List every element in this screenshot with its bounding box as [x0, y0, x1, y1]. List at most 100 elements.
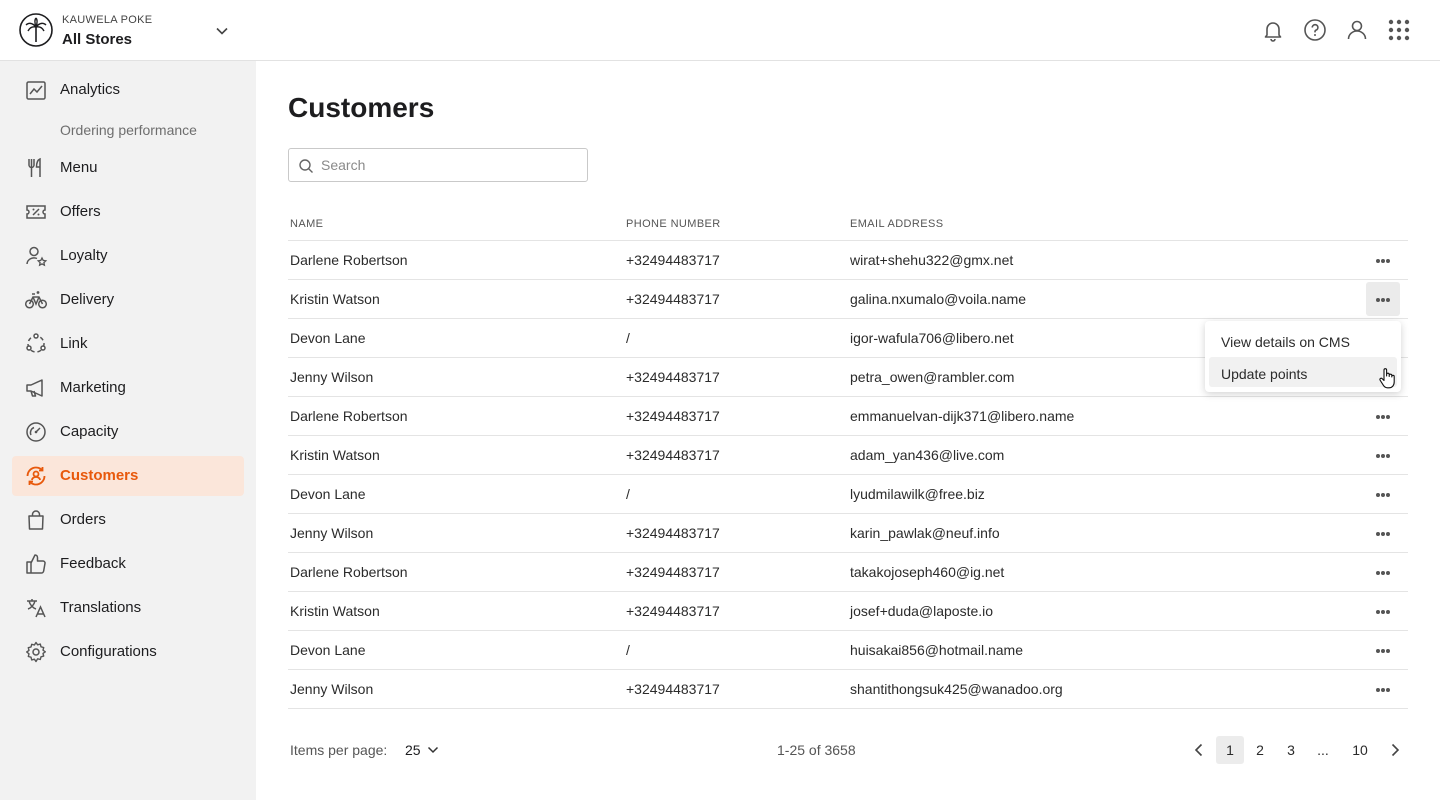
sidebar-item-label: Offers [60, 203, 101, 220]
table-row[interactable]: Kristin Watson +32494483717 galina.nxumalo… [288, 280, 1408, 319]
user-star-icon [26, 246, 48, 267]
page-button-1[interactable]: 1 [1216, 736, 1244, 764]
column-header-name[interactable]: NAME [290, 218, 323, 230]
ellipsis-dot-icon [1386, 649, 1390, 653]
sidebar-item-label: Menu [60, 159, 98, 176]
sidebar-item-label: Delivery [60, 291, 115, 308]
customer-email: galina.nxumalo@voila.name [850, 291, 1027, 307]
ellipsis-dot-icon [1376, 298, 1380, 302]
customer-name: Devon Lane [290, 486, 366, 502]
table-row[interactable]: Devon Lane / lyudmilawilk@free.biz [288, 475, 1408, 514]
more-actions-button[interactable] [1366, 477, 1400, 511]
table-row[interactable]: Darlene Robertson +32494483717 takakojosep… [288, 553, 1408, 592]
ticket-percent-icon [26, 205, 46, 219]
row-actions-menu: View details on CMS Update points [1205, 321, 1401, 392]
sidebar-item-translations[interactable]: Translations [12, 588, 244, 628]
search-input[interactable] [321, 149, 581, 181]
more-actions-button[interactable] [1366, 594, 1400, 628]
customer-name: Kristin Watson [290, 447, 380, 463]
table-row[interactable]: Jenny Wilson +32494483717 shantithongsuk42… [288, 670, 1408, 709]
customer-phone: +32494483717 [626, 525, 720, 541]
customer-phone: +32494483717 [626, 252, 720, 268]
more-actions-button[interactable] [1366, 243, 1400, 277]
sidebar-item-marketing[interactable]: Marketing [12, 368, 244, 408]
update-points-menu-item[interactable]: Update points [1209, 357, 1397, 387]
table-row[interactable]: Kristin Watson +32494483717 josef+duda@lap… [288, 592, 1408, 631]
ellipsis-dot-icon [1381, 532, 1385, 536]
sidebar: Analytics Ordering performance Menu Offe… [0, 61, 256, 800]
more-actions-button[interactable] [1366, 516, 1400, 550]
ellipsis-dot-icon [1381, 298, 1385, 302]
column-header-phone[interactable]: PHONE NUMBER [626, 218, 721, 230]
table-row[interactable]: Darlene Robertson +32494483717 wirat+shehu… [288, 241, 1408, 280]
items-per-page-value: 25 [405, 742, 421, 758]
search-field[interactable] [288, 148, 588, 182]
customer-email: wirat+shehu322@gmx.net [850, 252, 1014, 268]
sidebar-item-label: Configurations [60, 643, 157, 660]
brand-name: KAUWELA POKE [62, 14, 153, 26]
help-icon[interactable] [1303, 18, 1327, 42]
ellipsis-dot-icon [1376, 259, 1380, 263]
ellipsis-dot-icon [1381, 493, 1385, 497]
sidebar-subitem-ordering-performance[interactable]: Ordering performance [60, 122, 197, 138]
customer-name: Jenny Wilson [290, 525, 374, 541]
sidebar-item-label: Feedback [60, 555, 126, 572]
pagination-range: 1-25 of 3658 [777, 742, 856, 758]
megaphone-icon [26, 379, 43, 397]
more-actions-button[interactable] [1366, 633, 1400, 667]
ellipsis-dot-icon [1376, 454, 1380, 458]
customer-email: karin_pawlak@neuf.info [850, 525, 1000, 541]
customer-email: huisakai856@hotmail.name [850, 642, 1023, 658]
chevron-down-icon[interactable] [213, 22, 231, 40]
table-row[interactable]: Darlene Robertson +32494483717 emmanuelvan… [288, 397, 1408, 436]
table-row[interactable]: Kristin Watson +32494483717 adam_yan436@li… [288, 436, 1408, 475]
sidebar-item-loyalty[interactable]: Loyalty [12, 236, 244, 276]
page-button-2[interactable]: 2 [1246, 736, 1274, 764]
bell-icon[interactable] [1261, 18, 1285, 42]
table-row[interactable]: Jenny Wilson +32494483717 karin_pawlak@neu… [288, 514, 1408, 553]
page-button-10[interactable]: 10 [1346, 736, 1374, 764]
hand-cursor-icon [1379, 368, 1395, 389]
user-icon[interactable] [1345, 18, 1369, 42]
thumbs-up-icon [26, 554, 46, 574]
more-actions-button[interactable] [1366, 282, 1400, 316]
customer-phone: +32494483717 [626, 603, 720, 619]
ellipsis-dot-icon [1381, 415, 1385, 419]
sidebar-item-analytics[interactable]: Analytics [12, 70, 244, 110]
sidebar-item-customers[interactable]: Customers [12, 456, 244, 496]
page-button-3[interactable]: 3 [1277, 736, 1305, 764]
sidebar-item-feedback[interactable]: Feedback [12, 544, 244, 584]
column-header-email[interactable]: EMAIL ADDRESS [850, 218, 943, 230]
sidebar-item-link[interactable]: Link [12, 324, 244, 364]
view-details-menu-item[interactable]: View details on CMS [1209, 325, 1397, 355]
ellipsis-dot-icon [1386, 688, 1390, 692]
sidebar-item-offers[interactable]: Offers [12, 192, 244, 232]
more-actions-button[interactable] [1366, 555, 1400, 589]
more-actions-button[interactable] [1366, 438, 1400, 472]
more-actions-button[interactable] [1366, 672, 1400, 706]
sidebar-item-label: Orders [60, 511, 106, 528]
chevron-down-icon [427, 746, 439, 754]
customer-name: Darlene Robertson [290, 408, 408, 424]
sidebar-item-label: Capacity [60, 423, 119, 440]
more-actions-button[interactable] [1366, 399, 1400, 433]
sidebar-item-capacity[interactable]: Capacity [12, 412, 244, 452]
sidebar-item-delivery[interactable]: Delivery [12, 280, 244, 320]
customer-name: Darlene Robertson [290, 252, 408, 268]
page-ellipsis: ... [1317, 742, 1329, 758]
sidebar-item-orders[interactable]: Orders [12, 500, 244, 540]
table-row[interactable]: Devon Lane / huisakai856@hotmail.name [288, 631, 1408, 670]
chevron-left-icon[interactable] [1190, 741, 1208, 759]
ellipsis-dot-icon [1376, 571, 1380, 575]
ellipsis-dot-icon [1386, 532, 1390, 536]
sidebar-item-configurations[interactable]: Configurations [12, 632, 244, 672]
customer-phone: / [626, 486, 630, 502]
sidebar-item-menu[interactable]: Menu [12, 148, 244, 188]
store-selector-label[interactable]: All Stores [62, 31, 132, 48]
items-per-page-select[interactable]: 25 [398, 736, 446, 764]
apps-grid-icon[interactable] [1387, 18, 1411, 42]
chevron-right-icon[interactable] [1386, 741, 1404, 759]
ellipsis-dot-icon [1381, 259, 1385, 263]
customer-name: Jenny Wilson [290, 369, 374, 385]
ellipsis-dot-icon [1386, 493, 1390, 497]
